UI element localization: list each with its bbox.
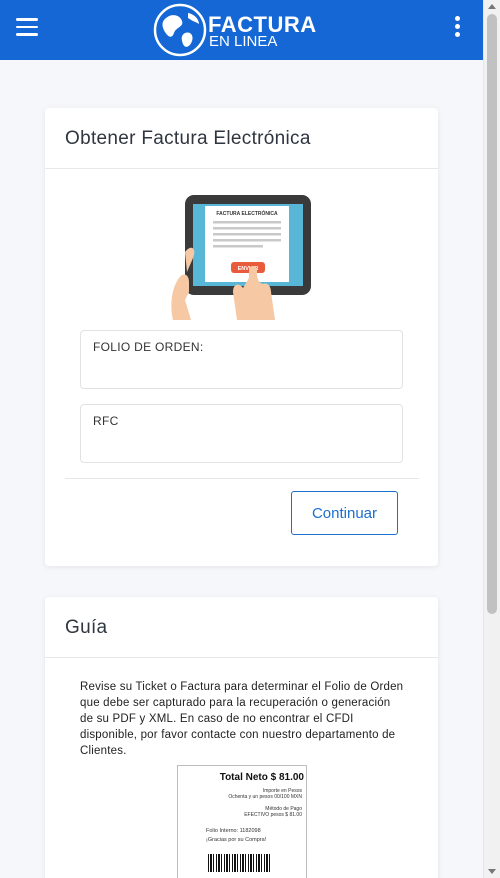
guide-card: Guía Revise su Ticket o Factura para det… [45, 597, 438, 878]
scroll-down-arrow-icon[interactable] [488, 869, 496, 874]
tablet-invoice-illustration: FACTURA ELECTRÓNICA ENVIAR [171, 195, 311, 320]
sample-ticket-image: Total Neto $ 81.00 Importe en Pesos Oche… [177, 765, 307, 878]
guide-text: Revise su Ticket o Factura para determin… [80, 681, 404, 757]
guide-card-title: Guía [45, 597, 438, 658]
ticket-total: Total Neto $ 81.00 [219, 772, 304, 783]
ticket-importe-words: Ochenta y un pesos 00/100 MXN [228, 794, 302, 800]
folio-field[interactable]: FOLIO DE ORDEN: [80, 330, 403, 389]
rfc-field[interactable]: RFC [80, 404, 403, 463]
folio-input[interactable] [93, 362, 390, 377]
form-card-title: Obtener Factura Electrónica [45, 108, 438, 169]
page-scrollbar[interactable] [483, 0, 500, 878]
rfc-field-label: RFC [93, 414, 119, 428]
hamburger-menu-icon[interactable] [16, 18, 38, 36]
ticket-metodo-value: EFECTIVO pesos $ 81.00 [244, 812, 302, 818]
ticket-thanks: ¡Gracias por su Compra! [206, 837, 267, 843]
ticket-barcode [208, 854, 272, 872]
app-logo[interactable]: FACTURA EN LINEA [152, 3, 332, 57]
continue-button[interactable]: Continuar [291, 491, 398, 535]
scrollbar-thumb[interactable] [487, 14, 497, 614]
logo-subtitle: EN LINEA [209, 33, 278, 50]
invoice-form-card: Obtener Factura Electrónica FACTURA ELEC… [45, 108, 438, 566]
ticket-folio: Folio Interno: 1182098 [206, 828, 261, 834]
vertical-dots-icon[interactable] [449, 16, 465, 40]
top-app-bar: FACTURA EN LINEA [0, 0, 483, 60]
scroll-up-arrow-icon[interactable] [488, 4, 496, 9]
form-divider [65, 478, 419, 479]
folio-field-label: FOLIO DE ORDEN: [93, 340, 204, 354]
globe-logo-icon [153, 3, 207, 57]
rfc-input[interactable] [93, 436, 390, 451]
illustration-screen-title: FACTURA ELECTRÓNICA [216, 209, 278, 217]
